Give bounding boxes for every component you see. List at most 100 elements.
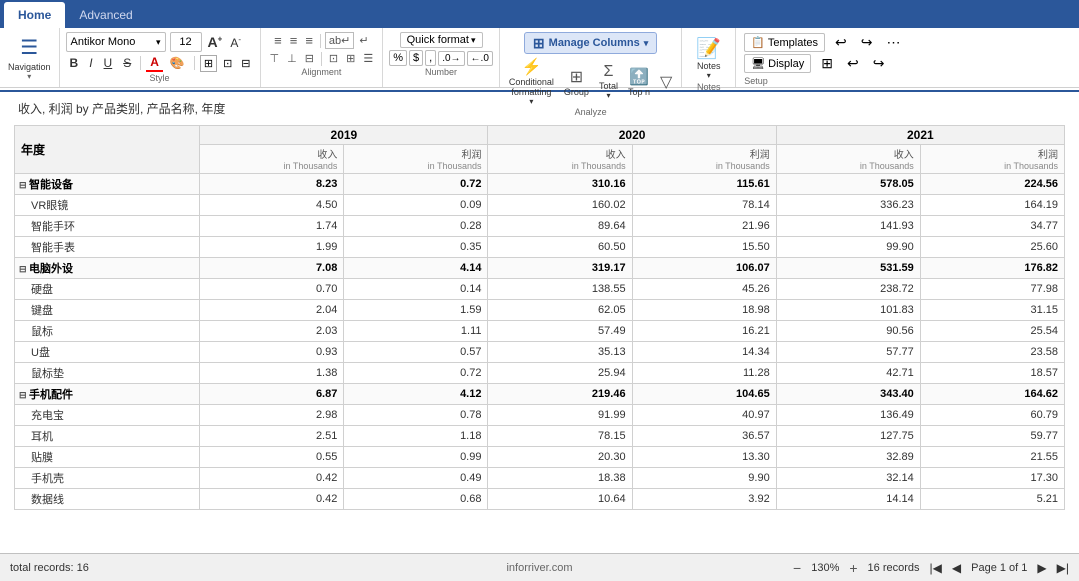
templates-icon: 📋 bbox=[751, 36, 765, 49]
table-row: 智能手环 1.74 0.28 89.64 21.96 141.93 34.77 bbox=[15, 216, 1065, 237]
style-section-label: Style bbox=[66, 73, 254, 83]
records-info: 16 records bbox=[868, 562, 920, 574]
tab-advanced[interactable]: Advanced bbox=[65, 2, 146, 28]
notes-section-label: Notes bbox=[697, 82, 721, 92]
year-2021-header: 2021 bbox=[776, 126, 1064, 145]
group-btn[interactable]: ⊞ Group bbox=[561, 67, 592, 97]
settings-btn1[interactable]: ⊞ bbox=[817, 53, 837, 74]
page-first-btn[interactable]: |◀ bbox=[930, 561, 942, 575]
col-2019-prof: 利润in Thousands bbox=[344, 145, 488, 174]
zoom-increase-btn[interactable]: + bbox=[849, 560, 857, 576]
table-row: 贴膜 0.55 0.99 20.30 13.30 32.89 21.55 bbox=[15, 447, 1065, 468]
year-label-header: 年度 bbox=[15, 126, 200, 174]
manage-columns-icon: ⊞ bbox=[533, 35, 545, 52]
valign-top-button[interactable]: ⊤ bbox=[267, 51, 283, 66]
align-center-text-button[interactable]: ≡ bbox=[287, 32, 301, 49]
text-wrap-button[interactable]: ab↵ bbox=[325, 32, 354, 49]
analyze-section-label: Analyze bbox=[575, 107, 607, 117]
table-row: 鼠标垫 1.38 0.72 25.94 11.28 42.71 18.57 bbox=[15, 363, 1065, 384]
table-row: 鼠标 2.03 1.11 57.49 16.21 90.56 25.54 bbox=[15, 321, 1065, 342]
redo-btn[interactable]: ↪ bbox=[857, 32, 877, 53]
navigation-label: Navigation bbox=[8, 62, 51, 72]
indent-button[interactable]: ↵ bbox=[356, 33, 371, 48]
align-left-text-button[interactable]: ≡ bbox=[271, 32, 285, 49]
website-label: inforriver.com bbox=[506, 562, 572, 574]
total-btn[interactable]: Σ Total ▾ bbox=[596, 63, 621, 100]
font-dropdown-icon: ▾ bbox=[156, 37, 161, 48]
bold-button[interactable]: B bbox=[66, 55, 83, 71]
category-row: ⊟ 智能设备 8.23 0.72 310.16 115.61 578.05 22… bbox=[15, 174, 1065, 195]
merge-button[interactable]: ⊡ bbox=[326, 51, 341, 66]
total-records: total records: 16 bbox=[10, 562, 89, 574]
font-increase-button[interactable]: A+ bbox=[206, 34, 225, 50]
col-2020-prof: 利润in Thousands bbox=[632, 145, 776, 174]
font-name-selector[interactable]: Antikor Mono ▾ bbox=[66, 32, 166, 52]
filter-btn[interactable]: ▽ bbox=[657, 72, 675, 92]
percent-btn[interactable]: % bbox=[389, 50, 407, 66]
border-button[interactable]: ⊞ bbox=[200, 55, 217, 72]
align-right-text-button[interactable]: ≡ bbox=[302, 32, 316, 49]
italic-button[interactable]: I bbox=[85, 55, 96, 71]
notes-btn[interactable]: 📝 Notes ▾ bbox=[692, 34, 725, 82]
quick-format-chevron: ▾ bbox=[471, 35, 476, 46]
navigation-chevron: ▾ bbox=[27, 72, 31, 81]
status-right: − 130% + 16 records |◀ ◀ Page 1 of 1 ▶ ▶… bbox=[793, 560, 1069, 576]
page-info: Page 1 of 1 bbox=[971, 562, 1027, 574]
underline-button[interactable]: U bbox=[100, 55, 117, 71]
comma-btn[interactable]: , bbox=[425, 50, 436, 66]
page-next-btn[interactable]: ▶ bbox=[1037, 561, 1046, 575]
zoom-decrease-btn[interactable]: − bbox=[793, 560, 801, 576]
settings-btn2[interactable]: ↩ bbox=[843, 53, 863, 74]
table-row: VR眼镜 4.50 0.09 160.02 78.14 336.23 164.1… bbox=[15, 195, 1065, 216]
page-prev-btn[interactable]: ◀ bbox=[952, 561, 961, 575]
decimal-increase-btn[interactable]: .0→ bbox=[438, 51, 464, 66]
page-last-btn[interactable]: ▶| bbox=[1057, 561, 1069, 575]
currency-btn[interactable]: $ bbox=[409, 50, 423, 66]
table-row: 硬盘 0.70 0.14 138.55 45.26 238.72 77.98 bbox=[15, 279, 1065, 300]
table-row: 键盘 2.04 1.59 62.05 18.98 101.83 31.15 bbox=[15, 300, 1065, 321]
decimal-decrease-btn[interactable]: ←.0 bbox=[467, 51, 493, 66]
table-row: 智能手表 1.99 0.35 60.50 15.50 99.90 25.60 bbox=[15, 237, 1065, 258]
number-section-label: Number bbox=[425, 67, 457, 77]
manage-columns-chevron: ▾ bbox=[644, 38, 649, 49]
font-name-value: Antikor Mono bbox=[71, 36, 136, 48]
font-decrease-button[interactable]: A- bbox=[228, 35, 243, 50]
bg-color-button[interactable]: 🎨 bbox=[166, 55, 189, 71]
zoom-level: 130% bbox=[811, 562, 839, 574]
manage-columns-label: Manage Columns bbox=[549, 37, 640, 49]
manage-columns-button[interactable]: ⊞ Manage Columns ▾ bbox=[524, 32, 657, 54]
setup-section-label: Setup bbox=[744, 76, 768, 86]
strikethrough-button[interactable]: S bbox=[119, 55, 135, 71]
table-row: U盘 0.93 0.57 35.13 14.34 57.77 23.58 bbox=[15, 342, 1065, 363]
data-table: 年度 2019 2020 2021 收入in Thousands 利润in Th… bbox=[14, 125, 1065, 510]
navigation-button[interactable]: ☰ Navigation ▾ bbox=[0, 28, 60, 87]
category-row: ⊟ 电脑外设 7.08 4.14 319.17 106.07 531.59 17… bbox=[15, 258, 1065, 279]
col-2021-prof: 利润in Thousands bbox=[920, 145, 1064, 174]
table-row: 数据线 0.42 0.68 10.64 3.92 14.14 5.21 bbox=[15, 489, 1065, 510]
display-icon: 🖥 bbox=[751, 57, 765, 70]
valign-mid-button[interactable]: ⊥ bbox=[284, 51, 300, 66]
navigation-icon: ☰ bbox=[20, 35, 38, 60]
valign-bot-button[interactable]: ⊟ bbox=[302, 51, 317, 66]
undo-btn[interactable]: ↩ bbox=[831, 32, 851, 53]
font-color-button[interactable]: A bbox=[146, 54, 163, 72]
more-setup-btn[interactable]: ⋯ bbox=[883, 32, 905, 53]
align-left-button[interactable]: ⊡ bbox=[220, 56, 235, 71]
conditional-format-btn[interactable]: ⚡ Conditional formatting ▾ bbox=[506, 57, 557, 106]
settings-btn3[interactable]: ↪ bbox=[869, 53, 889, 74]
list-button[interactable]: ☰ bbox=[360, 51, 376, 66]
font-size-box[interactable]: 12 bbox=[170, 32, 202, 52]
templates-btn[interactable]: 📋 Templates bbox=[744, 33, 825, 52]
table-row: 耳机 2.51 1.18 78.15 36.57 127.75 59.77 bbox=[15, 426, 1065, 447]
topn-btn[interactable]: 🔝 Top n bbox=[625, 67, 653, 97]
tab-home[interactable]: Home bbox=[4, 2, 65, 28]
padding-button[interactable]: ⊞ bbox=[343, 51, 358, 66]
col-2020-rev: 收入in Thousands bbox=[488, 145, 632, 174]
alignment-section-label: Alignment bbox=[301, 67, 341, 77]
display-btn[interactable]: 🖥 Display bbox=[744, 54, 811, 73]
quick-format-btn[interactable]: Quick format ▾ bbox=[400, 32, 483, 48]
table-row: 充电宝 2.98 0.78 91.99 40.97 136.49 60.79 bbox=[15, 405, 1065, 426]
category-row: ⊟ 手机配件 6.87 4.12 219.46 104.65 343.40 16… bbox=[15, 384, 1065, 405]
year-2019-header: 2019 bbox=[200, 126, 488, 145]
more-styles-button[interactable]: ⊟ bbox=[238, 56, 253, 71]
